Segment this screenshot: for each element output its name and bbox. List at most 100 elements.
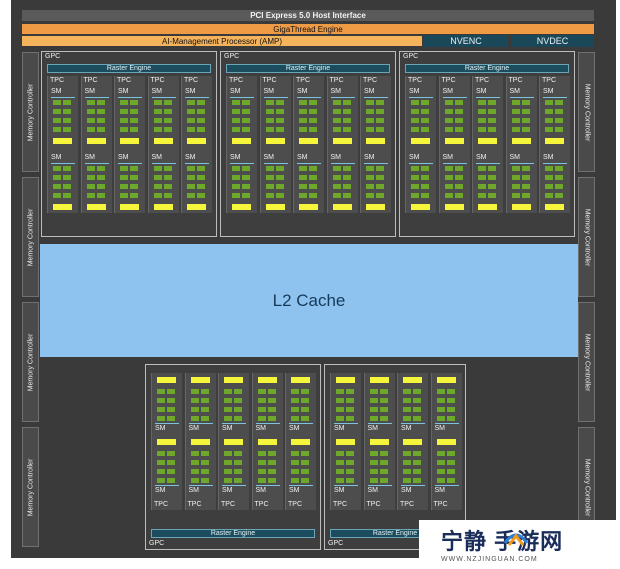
tpc-block: TPC SM SM [360, 76, 391, 213]
nvdec-block: NVDEC [511, 35, 594, 47]
cuda-core-block [291, 407, 299, 412]
sm-interconnect-line [289, 485, 313, 486]
cuda-core-block [366, 100, 374, 105]
nvenc-block: NVENC [424, 35, 508, 47]
sm-interconnect-line [255, 423, 280, 424]
rt-core-block [369, 439, 389, 445]
cuda-core-block [157, 407, 165, 412]
cuda-core-block [446, 416, 455, 421]
sm-block: SM [262, 154, 290, 212]
rt-core-block [369, 377, 389, 383]
cuda-core-block [200, 469, 209, 474]
cuda-core-block [242, 127, 250, 132]
tpc-label: TPC [296, 77, 310, 84]
rt-core-block [120, 204, 139, 210]
cuda-core-block [436, 416, 445, 421]
rt-core-block [478, 204, 497, 210]
cuda-core-block [488, 118, 496, 123]
cuda-core-block [446, 407, 455, 412]
cuda-core-block [187, 184, 195, 189]
cuda-core-block [291, 478, 299, 483]
cuda-core-block [86, 184, 95, 189]
sm-label: SM [51, 154, 62, 161]
cuda-core-block [187, 166, 195, 171]
rt-core-block [232, 204, 251, 210]
rt-core-block [478, 138, 497, 144]
cuda-core-block [309, 127, 317, 132]
cuda-core-block [555, 118, 563, 123]
cuda-core-block [167, 451, 175, 456]
cuda-core-block [96, 175, 105, 180]
cuda-core-block [224, 416, 232, 421]
sm-block: SM [366, 377, 394, 435]
sm-label: SM [118, 88, 129, 95]
sm-block: SM [332, 439, 360, 497]
cuda-core-block [301, 469, 309, 474]
cuda-core-block [200, 478, 209, 483]
cuda-core-block [444, 193, 453, 198]
cuda-core-block [444, 118, 453, 123]
cuda-core-block [369, 389, 378, 394]
cuda-core-block [369, 407, 378, 412]
rt-core-block [190, 377, 210, 383]
rt-core-block [511, 204, 531, 210]
cuda-core-block [130, 193, 138, 198]
cuda-core-block [376, 175, 384, 180]
cuda-core-block [301, 407, 309, 412]
cuda-core-block [275, 109, 284, 114]
cuda-core-block [190, 469, 199, 474]
cuda-core-block [197, 175, 205, 180]
gpc-label: GPC [403, 53, 419, 60]
cuda-core-block [299, 184, 307, 189]
cuda-core-block [120, 109, 128, 114]
watermark: 宁静 手游网 WWW.NZJINGUAN.COM [419, 520, 620, 569]
cuda-core-block [336, 478, 344, 483]
tpc-label: TPC [366, 501, 381, 508]
rt-core-block [257, 377, 277, 383]
cuda-core-block [267, 451, 276, 456]
cuda-core-block [376, 184, 384, 189]
sm-label: SM [263, 154, 275, 161]
cuda-core-block [63, 127, 71, 132]
sm-label: SM [442, 154, 454, 161]
cuda-core-block [265, 118, 274, 123]
cuda-core-block [521, 118, 530, 123]
cuda-core-block [275, 175, 284, 180]
cuda-core-block [96, 100, 105, 105]
cuda-core-block [309, 100, 317, 105]
rt-core-block [224, 439, 243, 445]
cuda-core-block [275, 127, 284, 132]
cuda-core-block [521, 166, 530, 171]
cuda-core-block [403, 416, 411, 421]
sm-interconnect-line [401, 423, 425, 424]
cuda-core-block [336, 398, 344, 403]
cuda-core-block [555, 193, 563, 198]
sm-interconnect-line [509, 163, 534, 164]
cuda-core-block [332, 166, 341, 171]
sm-interconnect-line [255, 485, 280, 486]
cuda-core-block [120, 100, 128, 105]
cuda-core-block [342, 184, 351, 189]
cuda-core-block [265, 109, 274, 114]
cuda-core-block [275, 184, 284, 189]
watermark-logo-icon [503, 533, 529, 546]
rt-core-block [265, 204, 285, 210]
cuda-core-block [555, 175, 563, 180]
rt-core-block [232, 138, 251, 144]
cuda-core-block [379, 460, 388, 465]
tpc-block: TPC SM SM [438, 76, 470, 213]
sm-interconnect-line [185, 97, 209, 98]
tpc-block: TPC SM SM [293, 76, 324, 213]
cuda-core-block [200, 407, 209, 412]
sm-interconnect-line [155, 485, 179, 486]
cuda-core-block [342, 175, 351, 180]
cuda-core-block [232, 109, 240, 114]
cuda-core-block [197, 100, 205, 105]
tpc-block: TPC SM SM [539, 76, 570, 213]
cuda-core-block [224, 469, 232, 474]
sm-block: SM [441, 88, 469, 146]
cuda-core-block [301, 460, 309, 465]
tpc-block: TPC SM SM [505, 76, 537, 213]
cuda-core-block [232, 118, 240, 123]
cuda-core-block [190, 389, 199, 394]
